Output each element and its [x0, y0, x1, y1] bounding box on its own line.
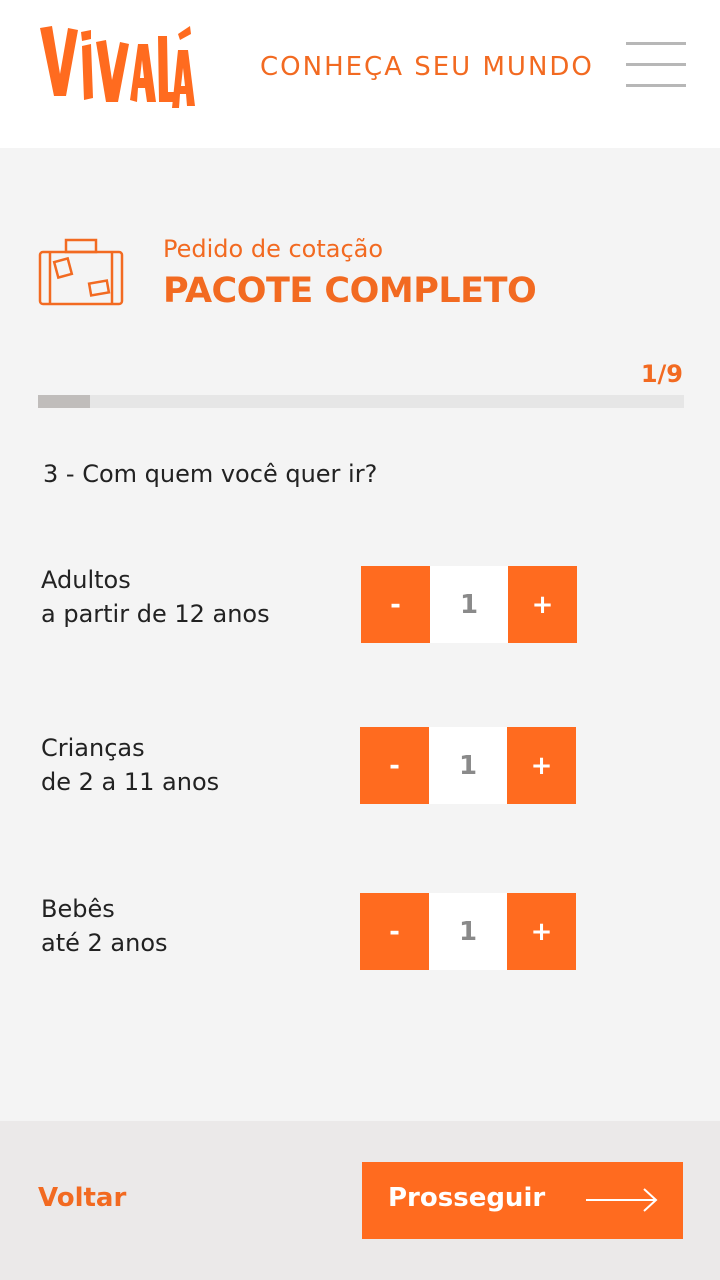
adults-plus-button[interactable]: + — [508, 566, 577, 643]
babies-count[interactable]: 1 — [429, 893, 507, 970]
quote-subtitle: Pedido de cotação — [163, 235, 384, 263]
adults-label: Adultos a partir de 12 anos — [41, 563, 270, 631]
menu-line — [626, 42, 686, 45]
babies-stepper: - 1 + — [360, 893, 578, 970]
babies-name: Bebês — [41, 895, 115, 923]
question-text: 3 - Com quem você quer ir? — [43, 460, 378, 488]
progress-bar-fill — [38, 395, 90, 408]
children-minus-button[interactable]: - — [360, 727, 429, 804]
children-plus-button[interactable]: + — [507, 727, 576, 804]
adults-name: Adultos — [41, 566, 131, 594]
babies-plus-button[interactable]: + — [507, 893, 576, 970]
children-label: Crianças de 2 a 11 anos — [41, 731, 219, 799]
children-count[interactable]: 1 — [429, 727, 507, 804]
arrow-right-icon — [586, 1188, 658, 1212]
menu-line — [626, 63, 686, 66]
suitcase-icon — [38, 238, 124, 306]
children-age-range: de 2 a 11 anos — [41, 768, 220, 796]
next-button-label: Prosseguir — [388, 1183, 546, 1213]
progress-bar — [38, 395, 684, 408]
progress-counter: 1/9 — [640, 360, 683, 388]
tagline: CONHEÇA SEU MUNDO — [260, 52, 594, 82]
babies-age-range: até 2 anos — [41, 929, 168, 957]
children-stepper: - 1 + — [360, 727, 578, 804]
next-button[interactable]: Prosseguir — [362, 1162, 683, 1239]
footer-bar: Voltar Prosseguir — [0, 1121, 720, 1280]
babies-minus-button[interactable]: - — [360, 893, 429, 970]
children-name: Crianças — [41, 734, 145, 762]
back-button[interactable]: Voltar — [38, 1183, 126, 1213]
hamburger-menu-icon[interactable] — [626, 42, 686, 88]
adults-minus-button[interactable]: - — [361, 566, 430, 643]
header: CONHEÇA SEU MUNDO — [0, 0, 720, 148]
menu-line — [626, 84, 686, 87]
page-title: PACOTE COMPLETO — [163, 271, 537, 311]
vivala-logo[interactable] — [38, 22, 196, 108]
babies-label: Bebês até 2 anos — [41, 892, 168, 960]
adults-stepper: - 1 + — [361, 566, 579, 643]
adults-count[interactable]: 1 — [430, 566, 508, 643]
adults-age-range: a partir de 12 anos — [41, 600, 270, 628]
